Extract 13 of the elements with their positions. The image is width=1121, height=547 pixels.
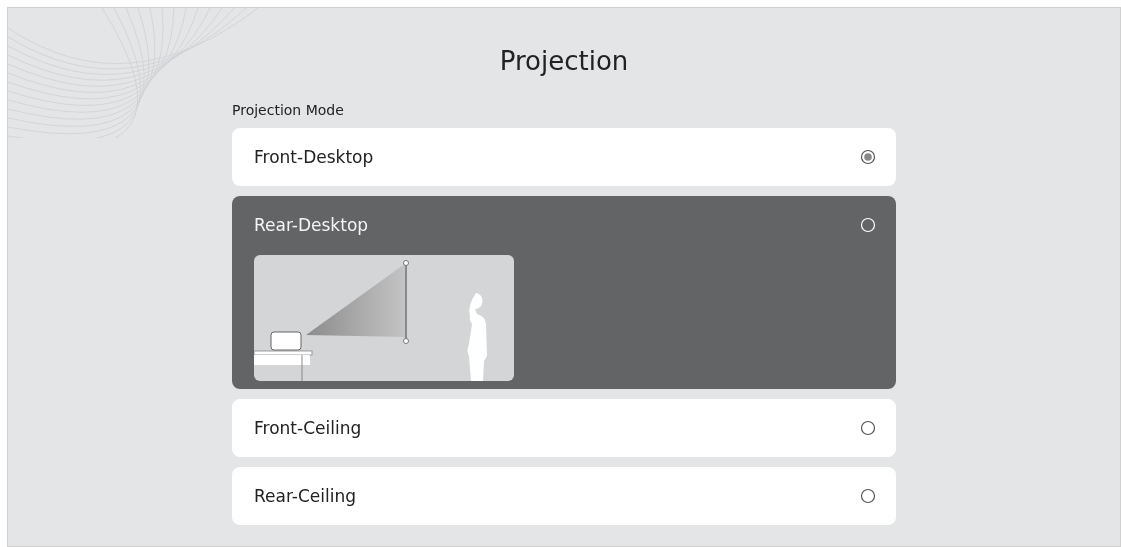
- radio-selected-icon[interactable]: [860, 149, 876, 165]
- projection-option[interactable]: Front-Ceiling: [232, 399, 896, 457]
- projection-option[interactable]: Front-Desktop: [232, 128, 896, 186]
- projection-option[interactable]: Rear-Desktop: [232, 196, 896, 389]
- option-label: Rear-Ceiling: [254, 486, 357, 506]
- option-label: Rear-Desktop: [254, 215, 369, 235]
- option-label: Front-Desktop: [254, 147, 374, 167]
- projection-option[interactable]: Rear-Ceiling: [232, 467, 896, 525]
- radio-icon[interactable]: [860, 420, 876, 436]
- page-title: Projection: [499, 46, 629, 76]
- section-label: Projection Mode: [232, 102, 345, 118]
- option-label: Front-Ceiling: [254, 418, 362, 438]
- radio-icon[interactable]: [860, 488, 876, 504]
